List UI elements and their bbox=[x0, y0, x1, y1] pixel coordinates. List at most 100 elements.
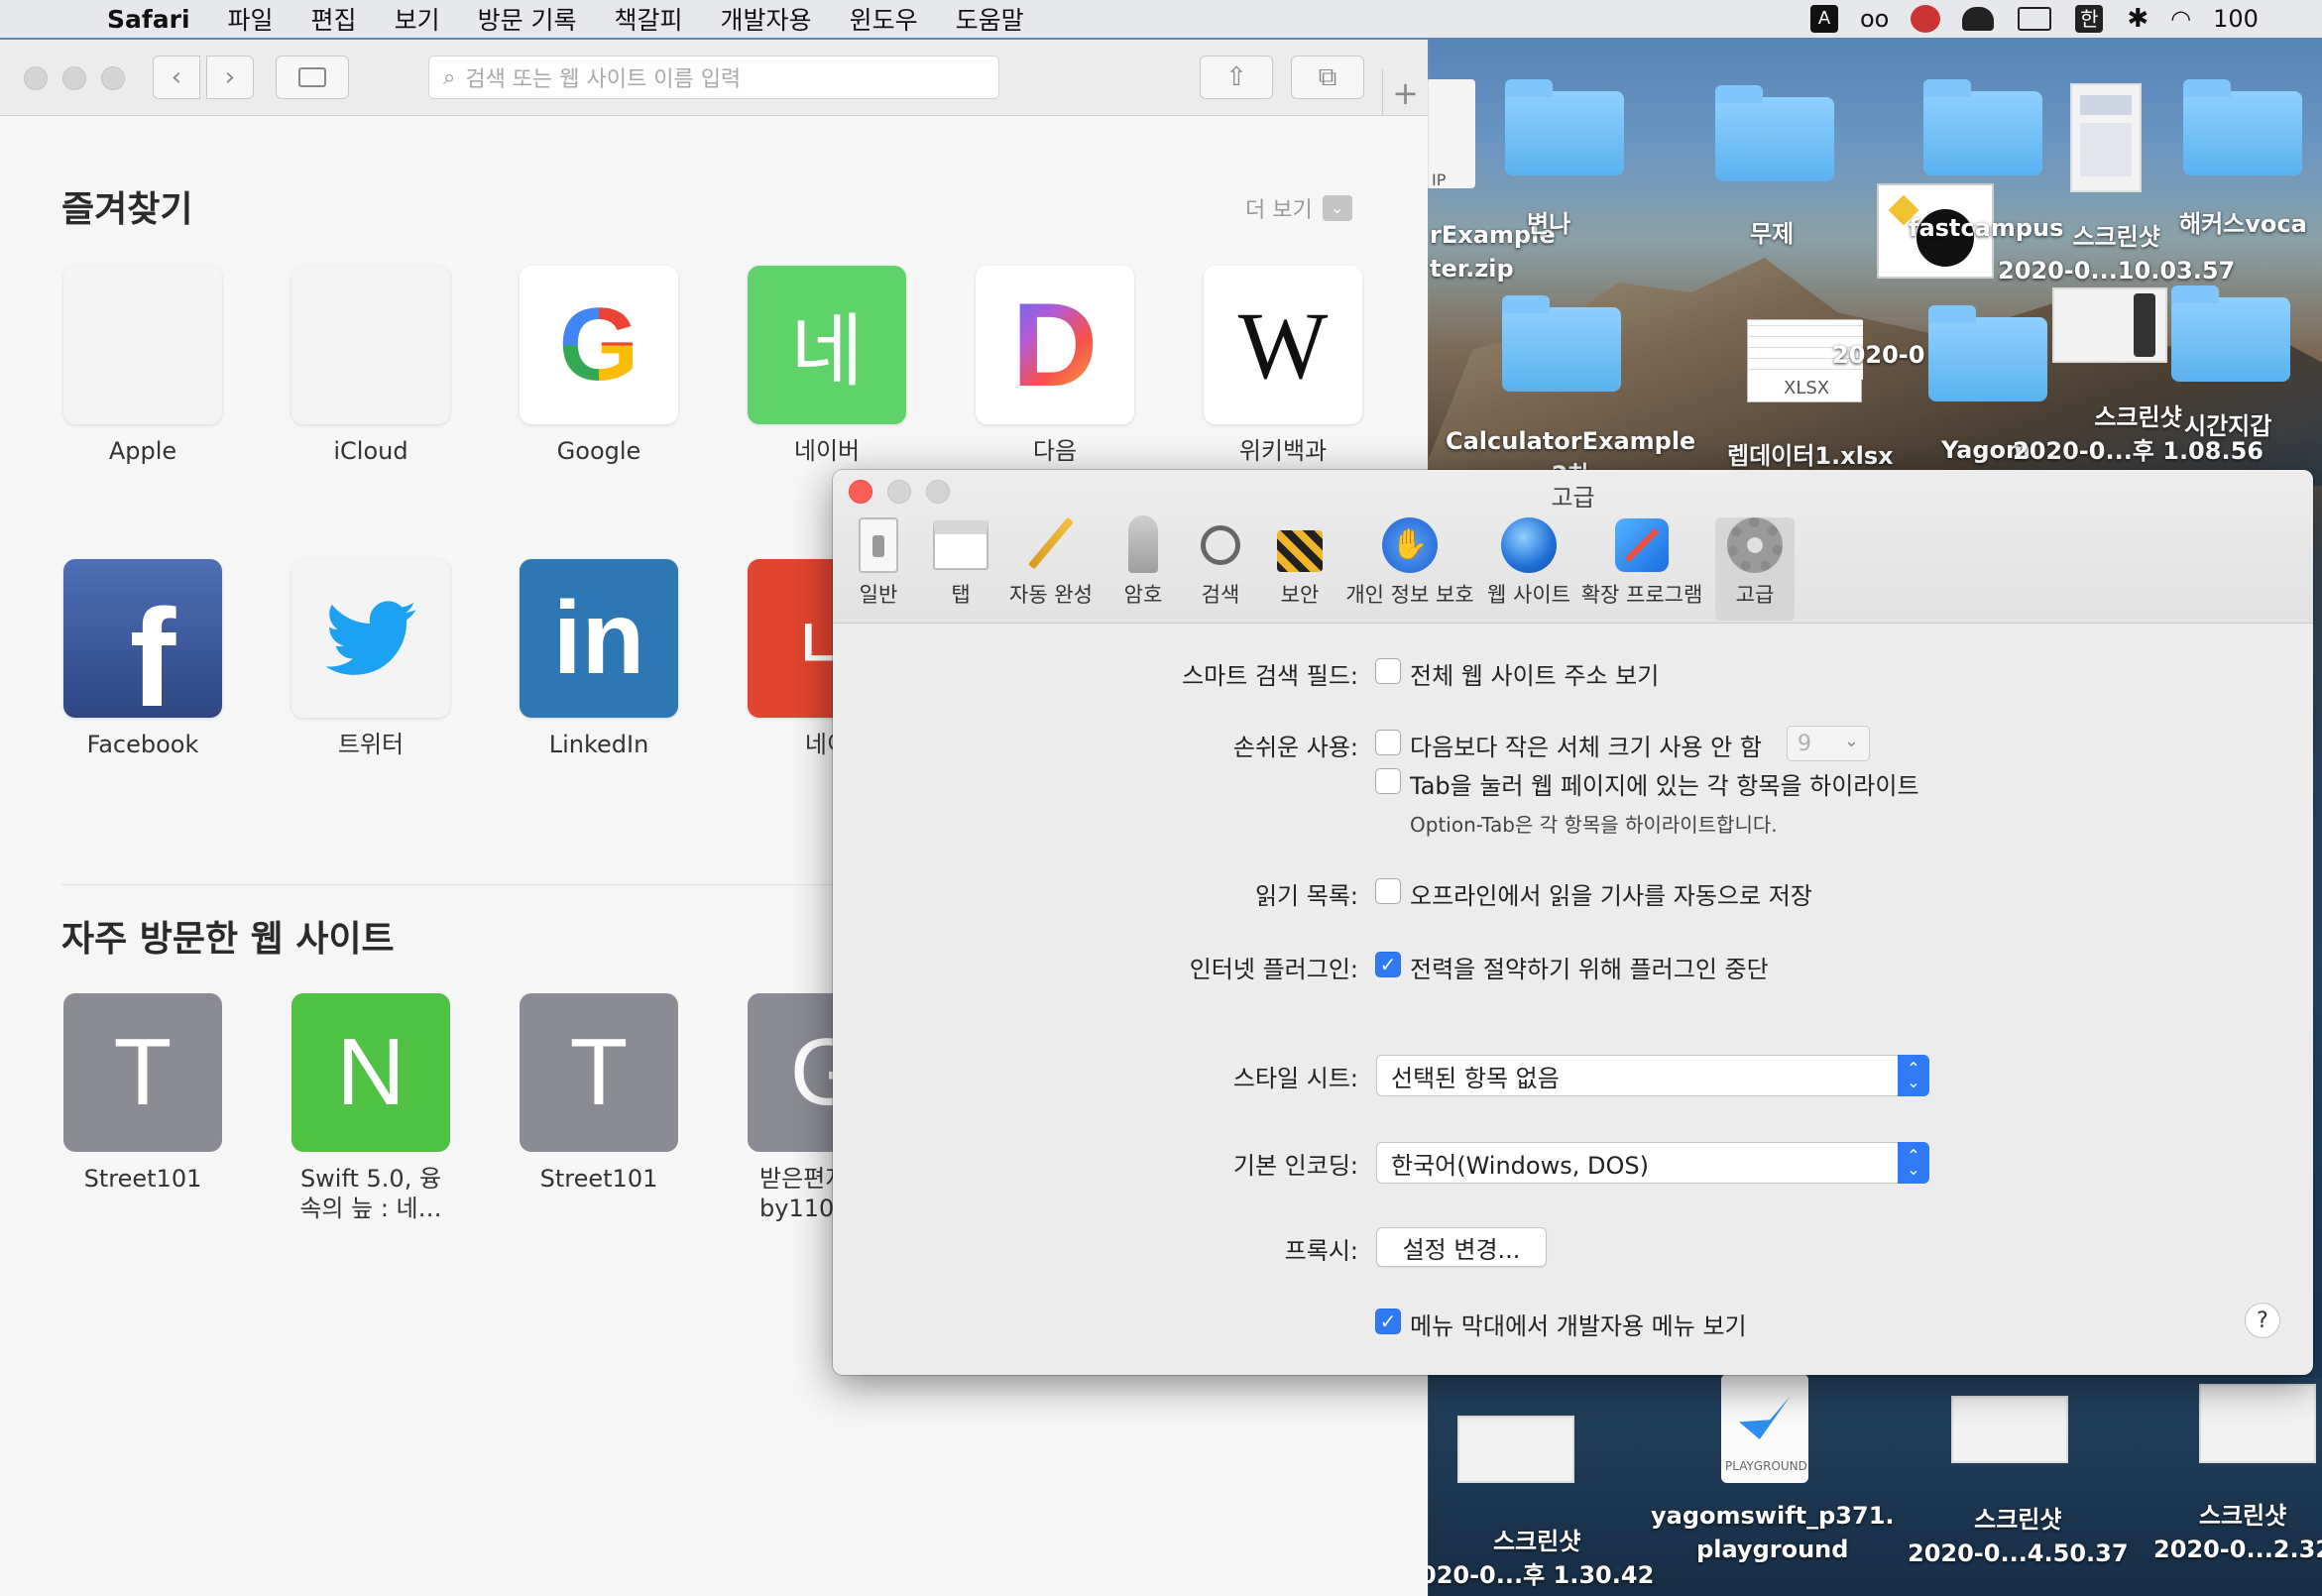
tile-letter: T bbox=[113, 1019, 173, 1125]
tab-autofill[interactable]: 자동 완성 bbox=[1001, 516, 1101, 621]
close-button[interactable] bbox=[24, 66, 48, 90]
desktop-item-label: 2020-0 bbox=[1832, 341, 1925, 369]
minimize-button[interactable] bbox=[62, 66, 86, 90]
folder-icon[interactable] bbox=[1715, 85, 1834, 181]
forward-button[interactable]: › bbox=[206, 56, 254, 99]
thumb-body bbox=[2080, 123, 2132, 176]
sidebar-button[interactable] bbox=[276, 56, 349, 99]
menu-develop[interactable]: 개발자용 bbox=[721, 1, 812, 37]
tab-search[interactable]: 검색 bbox=[1186, 517, 1255, 621]
favorite-tile-apple[interactable] bbox=[63, 266, 222, 424]
input-method-icon[interactable]: 한 bbox=[2075, 5, 2104, 33]
chevron-right-icon: › bbox=[224, 62, 236, 92]
favorite-tile-facebook[interactable]: f bbox=[63, 559, 222, 718]
folder-icon[interactable] bbox=[2183, 79, 2302, 175]
privacy-icon: ✋ bbox=[1380, 517, 1440, 573]
folder-icon[interactable] bbox=[2171, 285, 2290, 382]
stylesheet-value: 선택된 항목 없음 bbox=[1391, 1064, 1560, 1092]
favorite-tile-linkedin[interactable]: in bbox=[520, 559, 678, 718]
screenshot-thumbnail[interactable] bbox=[1457, 1416, 1574, 1483]
favorite-tile-daum[interactable]: D bbox=[976, 266, 1134, 424]
accessibility-label: 손쉬운 사용: bbox=[1232, 734, 1358, 761]
stylesheet-label: 스타일 시트: bbox=[1232, 1065, 1358, 1092]
help-button[interactable]: ? bbox=[2245, 1303, 2280, 1338]
back-button[interactable]: ‹ bbox=[153, 56, 200, 99]
chevron-left-icon: ‹ bbox=[171, 62, 182, 92]
stylesheet-select[interactable]: 선택된 항목 없음 ⌃ ⌄ bbox=[1376, 1055, 1929, 1096]
tab-highlight-checkbox[interactable] bbox=[1375, 768, 1401, 794]
folder-icon[interactable] bbox=[1505, 79, 1624, 175]
airplay-icon[interactable] bbox=[2018, 7, 2052, 31]
dictionary-icon[interactable]: A bbox=[1810, 5, 1838, 33]
playground-file-icon[interactable]: PLAYGROUND bbox=[1721, 1374, 1808, 1483]
menu-history[interactable]: 방문 기록 bbox=[478, 1, 577, 37]
tab-privacy[interactable]: ✋ 개인 정보 보호 bbox=[1342, 517, 1477, 621]
favorite-tile-icloud[interactable] bbox=[291, 266, 450, 424]
menu-help[interactable]: 도움말 bbox=[956, 1, 1024, 37]
safari-toolbar: ‹ › ⌕ 검색 또는 웹 사이트 이름 입력 ⇧ ⧉ + bbox=[0, 40, 1428, 116]
screenshot-thumbnail[interactable] bbox=[2070, 83, 2142, 192]
font-size-select[interactable]: 9 ⌄ bbox=[1787, 726, 1870, 761]
share-button[interactable]: ⇧ bbox=[1200, 56, 1273, 99]
tab-security[interactable]: 보안 bbox=[1265, 517, 1335, 621]
tab-highlight-text: Tab을 눌러 웹 페이지에 있는 각 항목을 하이라이트 bbox=[1410, 772, 1919, 800]
folder-icon[interactable] bbox=[1928, 305, 2047, 401]
notification-icon[interactable] bbox=[1911, 5, 1941, 33]
frequent-tile[interactable]: N bbox=[291, 993, 450, 1152]
screenshot-thumbnail[interactable] bbox=[1951, 1396, 2068, 1463]
tab-overview-button[interactable]: ⧉ bbox=[1291, 56, 1364, 99]
ghost-app-icon[interactable] bbox=[1962, 7, 1995, 31]
wifi-icon[interactable]: ◠ bbox=[2170, 5, 2191, 33]
encoding-select[interactable]: 한국어(Windows, DOS) ⌃ ⌄ bbox=[1376, 1142, 1929, 1184]
bluetooth-icon[interactable]: ✱ bbox=[2127, 4, 2148, 34]
frequent-tile[interactable]: T bbox=[520, 993, 678, 1152]
app-menu-safari[interactable]: Safari bbox=[107, 5, 190, 34]
folder-icon[interactable] bbox=[1923, 79, 2042, 175]
save-offline-checkbox[interactable] bbox=[1375, 878, 1401, 904]
reading-glasses-icon[interactable]: oo bbox=[1860, 5, 1889, 33]
zoom-button[interactable] bbox=[101, 66, 125, 90]
tab-label: 웹 사이트 bbox=[1487, 583, 1570, 607]
favorite-tile-google[interactable]: G bbox=[520, 266, 678, 424]
menu-bookmarks[interactable]: 책갈피 bbox=[615, 1, 683, 37]
window-title: 고급 bbox=[1551, 484, 1595, 512]
favorite-tile-wikipedia[interactable]: W bbox=[1204, 266, 1362, 424]
menu-file[interactable]: 파일 bbox=[228, 1, 274, 37]
encoding-label: 기본 인코딩: bbox=[1232, 1152, 1358, 1180]
change-settings-button[interactable]: 설정 변경... bbox=[1376, 1227, 1547, 1267]
search-input[interactable]: ⌕ 검색 또는 웹 사이트 이름 입력 bbox=[428, 56, 999, 99]
folder-icon[interactable] bbox=[1502, 295, 1621, 392]
menu-window[interactable]: 윈도우 bbox=[850, 1, 918, 37]
chevron-down-icon: ⌄ bbox=[1843, 731, 1859, 751]
favorite-tile-naver[interactable]: 네 bbox=[748, 266, 906, 424]
frequent-tile[interactable]: T bbox=[63, 993, 222, 1152]
min-font-size-text: 다음보다 작은 서체 크기 사용 안 함 bbox=[1410, 734, 1762, 761]
stop-plugins-checkbox[interactable]: ✓ bbox=[1375, 952, 1401, 977]
screenshot-thumbnail[interactable] bbox=[2052, 287, 2167, 363]
encoding-value: 한국어(Windows, DOS) bbox=[1391, 1151, 1649, 1180]
zip-file-icon[interactable]: IP bbox=[1426, 79, 1475, 189]
tab-tabs[interactable]: 탭 bbox=[926, 517, 995, 621]
show-more-button[interactable]: 더 보기 ⌄ bbox=[1245, 192, 1352, 224]
extensions-icon bbox=[1612, 517, 1672, 573]
tab-general[interactable]: 일반 bbox=[849, 517, 908, 621]
favorite-label: Facebook bbox=[86, 731, 199, 758]
tab-passwords[interactable]: 암호 bbox=[1108, 515, 1178, 621]
menu-view[interactable]: 보기 bbox=[395, 1, 440, 37]
develop-menu-checkbox[interactable]: ✓ bbox=[1375, 1309, 1401, 1334]
tile-letter: N bbox=[336, 1019, 406, 1125]
screenshot-thumbnail[interactable] bbox=[2199, 1384, 2316, 1463]
search-icon bbox=[1191, 517, 1250, 573]
checkmark-icon: ✓ bbox=[1379, 953, 1397, 976]
show-full-address-checkbox[interactable] bbox=[1375, 658, 1401, 684]
tab-websites[interactable]: 웹 사이트 bbox=[1481, 517, 1576, 621]
wikipedia-logo-icon: W bbox=[1237, 291, 1329, 399]
tab-label: 일반 bbox=[859, 583, 898, 607]
min-font-size-checkbox[interactable] bbox=[1375, 730, 1401, 755]
smart-search-label: 스마트 검색 필드: bbox=[1182, 662, 1358, 690]
tab-advanced[interactable]: 고급 bbox=[1715, 517, 1795, 621]
menu-edit[interactable]: 편집 bbox=[311, 1, 357, 37]
tab-extensions[interactable]: 확장 프로그램 bbox=[1578, 517, 1705, 621]
new-tab-button[interactable]: + bbox=[1382, 69, 1428, 116]
favorite-tile-twitter[interactable] bbox=[291, 559, 450, 718]
